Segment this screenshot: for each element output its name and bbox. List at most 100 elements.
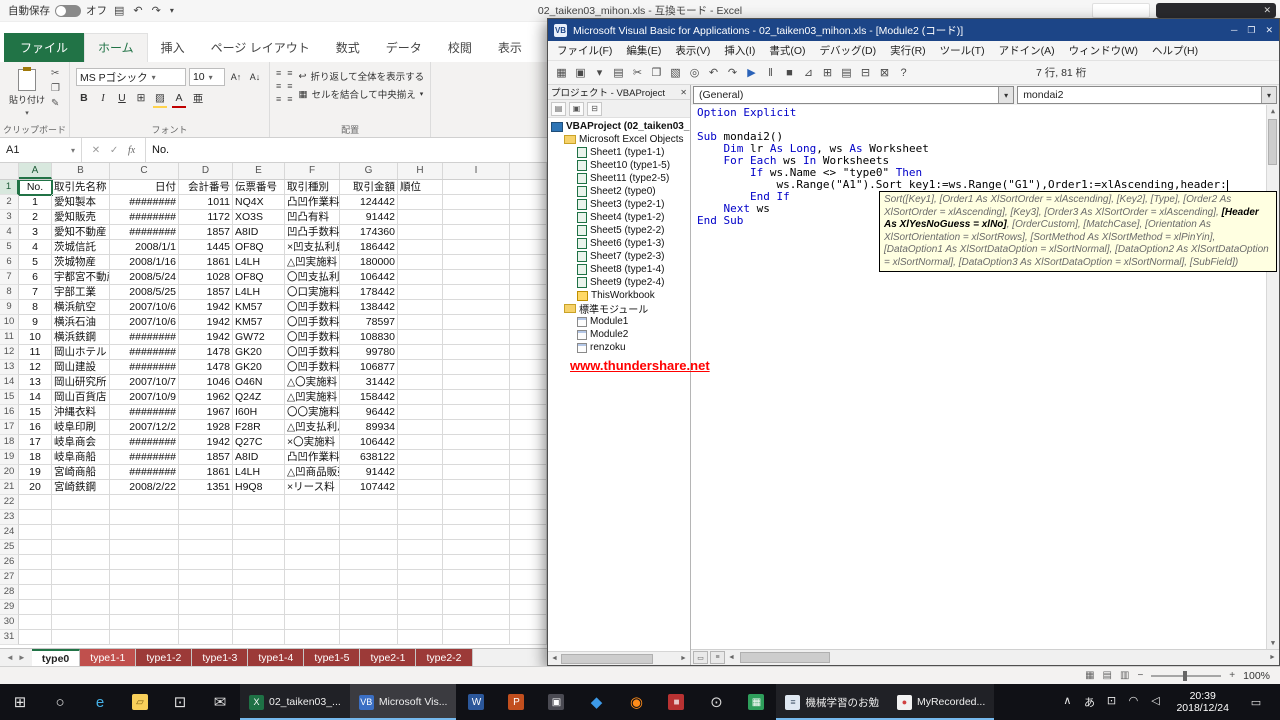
vba-menu-6[interactable]: 実行(R) <box>883 43 933 58</box>
cell-C21[interactable]: 2008/2/22 <box>110 480 179 495</box>
cell-G29[interactable] <box>340 600 398 615</box>
row-header-2[interactable]: 2 <box>0 195 19 210</box>
cell-B31[interactable] <box>52 630 110 645</box>
vba-menu-5[interactable]: デバッグ(D) <box>813 43 884 58</box>
zoom-out-icon[interactable]: − <box>1137 670 1143 681</box>
cell-I16[interactable] <box>443 405 510 420</box>
cell-H16[interactable] <box>398 405 443 420</box>
row-header-18[interactable]: 18 <box>0 435 19 450</box>
row-header-5[interactable]: 5 <box>0 240 19 255</box>
cell-J14[interactable] <box>510 375 547 390</box>
code-scroll-down-icon[interactable]: ▼ <box>1271 639 1275 647</box>
cell-H10[interactable] <box>398 315 443 330</box>
cell-E7[interactable]: OF8Q <box>233 270 285 285</box>
cell-H19[interactable] <box>398 450 443 465</box>
cell-J21[interactable] <box>510 480 547 495</box>
cell-J29[interactable] <box>510 600 547 615</box>
row-header-19[interactable]: 19 <box>0 450 19 465</box>
cell-D1[interactable]: 会計番号 <box>179 180 233 195</box>
cell-A31[interactable] <box>19 630 52 645</box>
toolbar-insert-dropdown-icon[interactable]: ▾ <box>590 64 609 82</box>
tree-item-10[interactable]: Sheet9 (type2-4) <box>548 276 690 289</box>
formula-bar-value[interactable]: No. <box>146 138 175 162</box>
cell-E28[interactable] <box>233 585 285 600</box>
row-header-10[interactable]: 10 <box>0 315 19 330</box>
toolbar-break-icon[interactable]: ‖ <box>761 64 780 82</box>
row-header-23[interactable]: 23 <box>0 510 19 525</box>
taskbar-powerpoint-icon[interactable]: P <box>496 684 536 720</box>
select-all-corner[interactable] <box>0 163 19 179</box>
enter-icon[interactable]: ✓ <box>110 145 118 156</box>
procedure-combo[interactable]: mondai2 ▾ <box>1017 86 1277 104</box>
taskbar-pinned-app-green-icon[interactable]: ▦ <box>736 684 776 720</box>
cell-J23[interactable] <box>510 510 547 525</box>
align-left-icon[interactable]: ≡ <box>287 68 292 79</box>
toolbar-run-icon[interactable]: ▶ <box>742 64 761 82</box>
row-header-29[interactable]: 29 <box>0 600 19 615</box>
ribbon-tab-3[interactable]: ページ レイアウト <box>198 34 323 62</box>
cell-F6[interactable]: △凹実施料 <box>285 255 340 270</box>
row-header-31[interactable]: 31 <box>0 630 19 645</box>
procedure-combo-dropdown-icon[interactable]: ▾ <box>1261 87 1276 103</box>
cell-A29[interactable] <box>19 600 52 615</box>
cell-J8[interactable] <box>510 285 547 300</box>
cell-C16[interactable]: ######## <box>110 405 179 420</box>
cell-I6[interactable] <box>443 255 510 270</box>
cell-J6[interactable] <box>510 255 547 270</box>
cell-B8[interactable]: 宇部工業 <box>52 285 110 300</box>
cell-B5[interactable]: 茨城信託 <box>52 240 110 255</box>
align-top-icon[interactable]: ≡ <box>276 68 281 79</box>
cell-H2[interactable] <box>398 195 443 210</box>
cell-C2[interactable]: ######## <box>110 195 179 210</box>
taskbar-vba-button[interactable]: VBMicrosoft Vis... <box>350 684 457 720</box>
cell-A16[interactable]: 15 <box>19 405 52 420</box>
cell-G31[interactable] <box>340 630 398 645</box>
row-header-27[interactable]: 27 <box>0 570 19 585</box>
code-scroll-left-icon[interactable]: ◄ <box>725 654 738 661</box>
cell-C3[interactable]: ######## <box>110 210 179 225</box>
cell-E20[interactable]: L4LH <box>233 465 285 480</box>
zoom-in-icon[interactable]: + <box>1229 670 1235 681</box>
zoom-slider[interactable] <box>1151 675 1221 677</box>
cell-J2[interactable] <box>510 195 547 210</box>
cell-C4[interactable]: ######## <box>110 225 179 240</box>
taskbar-file-explorer-icon[interactable]: ▱ <box>120 684 160 720</box>
toolbar-design-mode-icon[interactable]: ⊿ <box>799 64 818 82</box>
toolbar-paste-icon[interactable]: ▧ <box>666 64 685 82</box>
row-header-8[interactable]: 8 <box>0 285 19 300</box>
cell-B26[interactable] <box>52 555 110 570</box>
cell-J24[interactable] <box>510 525 547 540</box>
cell-E2[interactable]: NQ4X <box>233 195 285 210</box>
cell-J31[interactable] <box>510 630 547 645</box>
cell-J26[interactable] <box>510 555 547 570</box>
cell-E1[interactable]: 伝票番号 <box>233 180 285 195</box>
cell-I19[interactable] <box>443 450 510 465</box>
sheet-tab-type0[interactable]: type0 <box>32 649 80 666</box>
sheet-nav-right-icon[interactable]: ► <box>18 653 26 662</box>
cell-I5[interactable] <box>443 240 510 255</box>
taskbar-recorder-button[interactable]: ●MyRecorded... <box>888 684 994 720</box>
cell-H24[interactable] <box>398 525 443 540</box>
cell-G16[interactable]: 96442 <box>340 405 398 420</box>
cell-D19[interactable]: 1857 <box>179 450 233 465</box>
cell-G26[interactable] <box>340 555 398 570</box>
align-middle-icon[interactable]: ≡ <box>276 81 281 92</box>
cell-H8[interactable] <box>398 285 443 300</box>
cell-I1[interactable] <box>443 180 510 195</box>
cell-G27[interactable] <box>340 570 398 585</box>
cell-G10[interactable]: 78597 <box>340 315 398 330</box>
cell-B14[interactable]: 岡山研究所 <box>52 375 110 390</box>
cell-G22[interactable] <box>340 495 398 510</box>
cell-D7[interactable]: 1028 <box>179 270 233 285</box>
cell-I10[interactable] <box>443 315 510 330</box>
cell-A15[interactable]: 14 <box>19 390 52 405</box>
cell-I24[interactable] <box>443 525 510 540</box>
paste-dropdown-icon[interactable]: ▾ <box>25 108 29 120</box>
italic-button[interactable]: I <box>95 90 111 106</box>
project-scroll-thumb[interactable] <box>561 654 653 664</box>
cell-C8[interactable]: 2008/5/25 <box>110 285 179 300</box>
font-size-dropdown-icon[interactable]: ▾ <box>209 73 213 82</box>
recorder-close-icon[interactable]: ✕ <box>1263 5 1271 16</box>
cell-I2[interactable] <box>443 195 510 210</box>
taskbar-edge-icon[interactable]: e <box>80 684 120 720</box>
